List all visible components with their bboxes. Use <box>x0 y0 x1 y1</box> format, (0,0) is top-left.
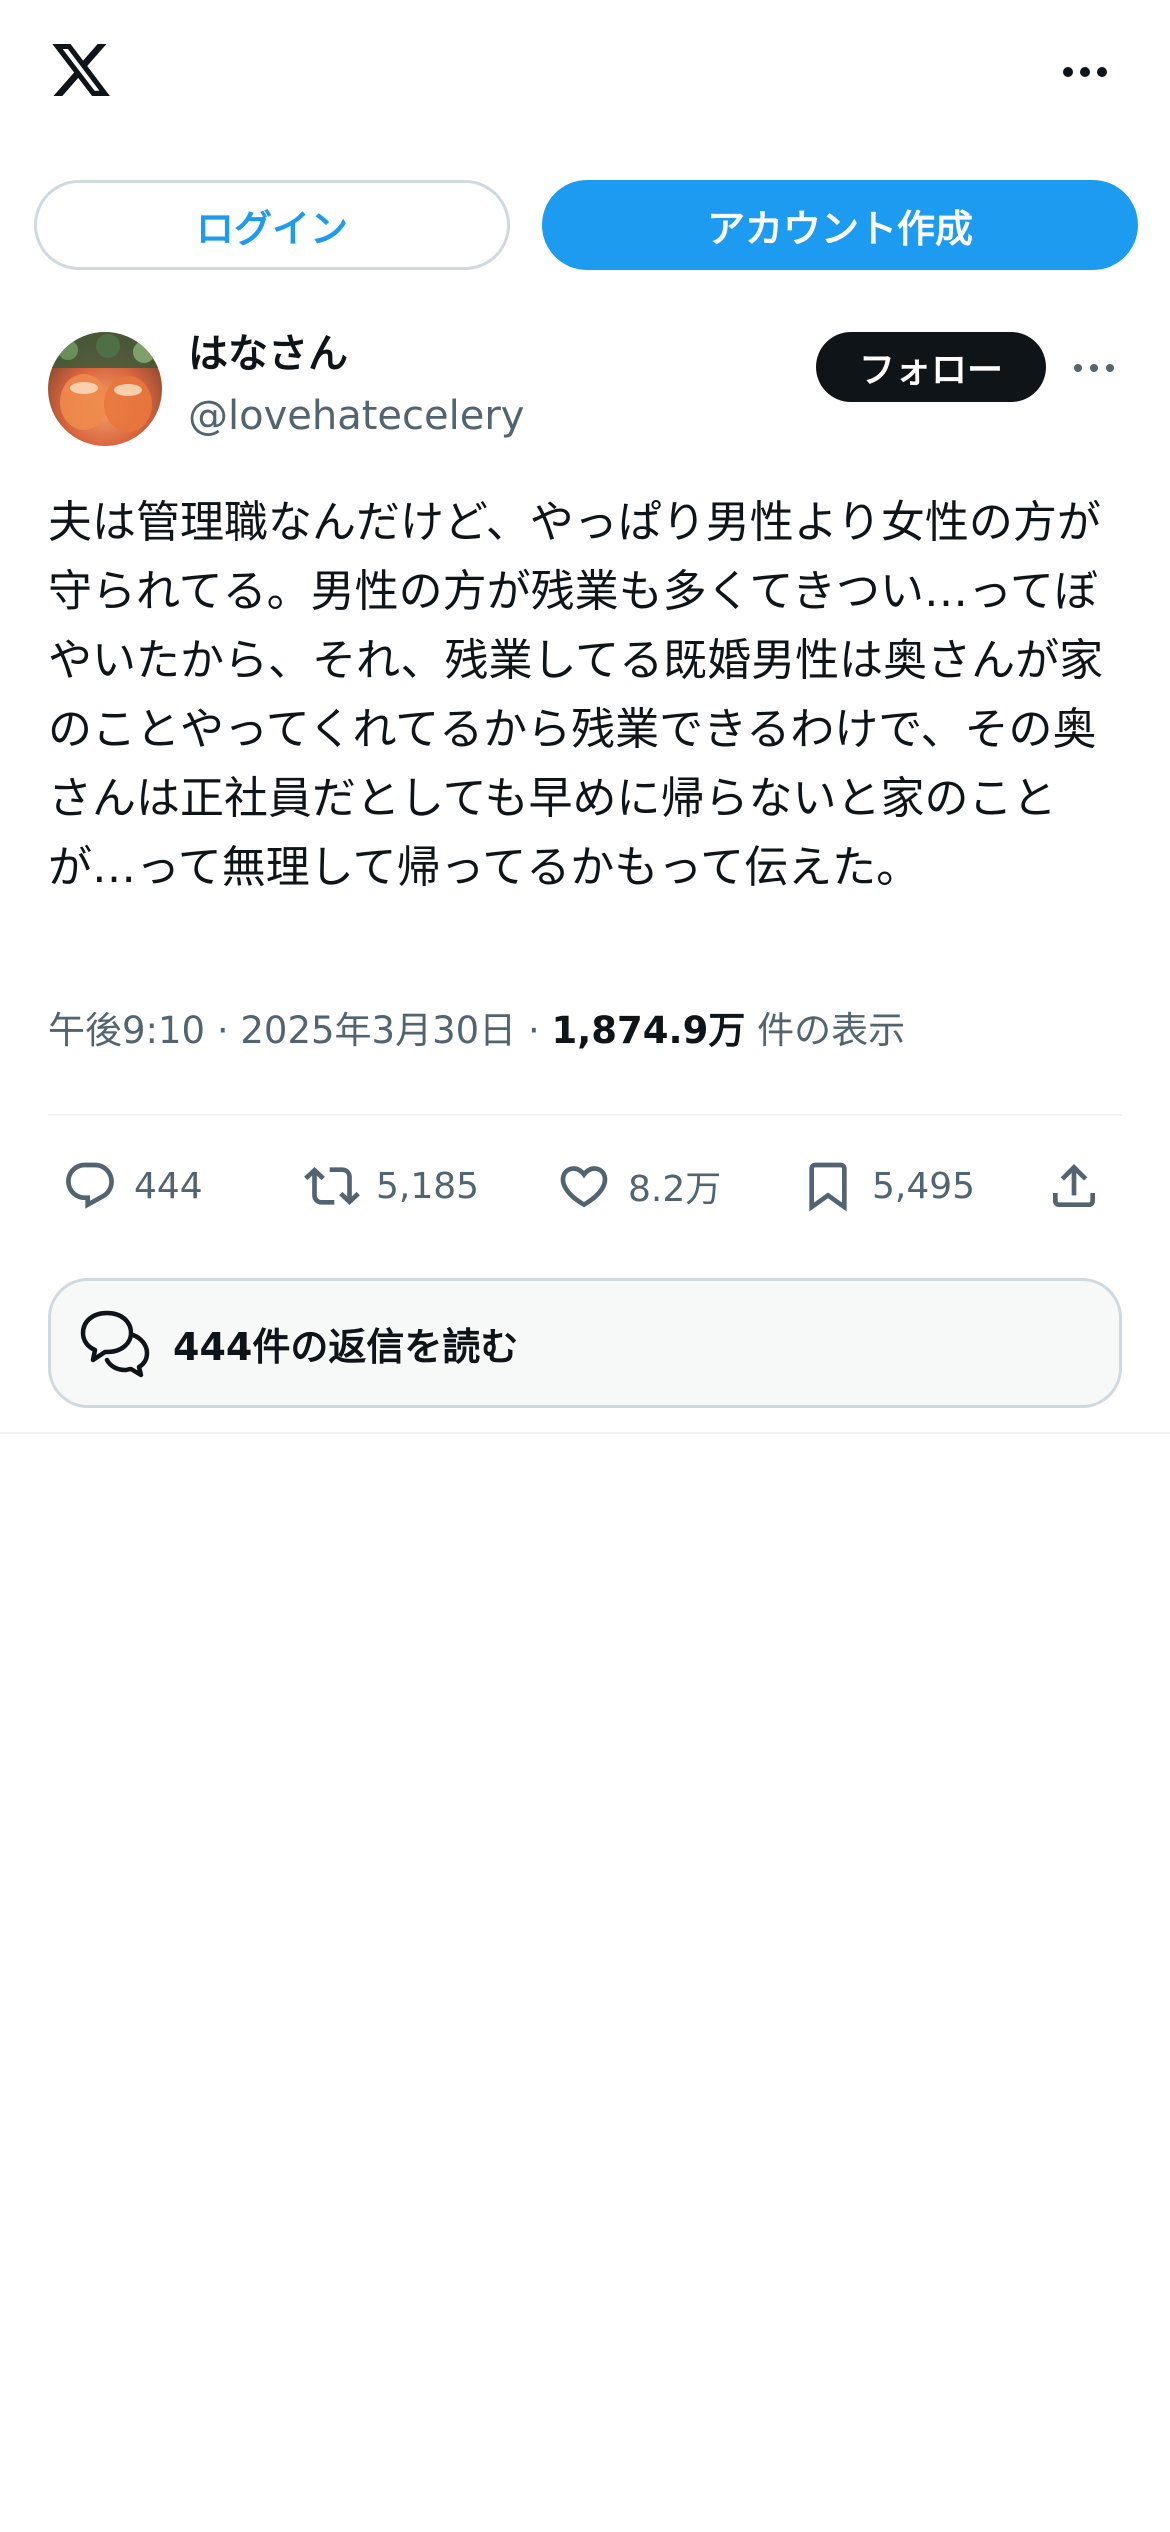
follow-button[interactable]: フォロー <box>816 332 1046 402</box>
post-meta: 午後9:10 · 2025年3月30日 · 1,874.9万 件の表示 <box>48 1006 1128 1056</box>
share-button[interactable] <box>1046 1154 1102 1218</box>
read-replies-button[interactable]: 444件の返信を読む <box>48 1278 1122 1408</box>
conversation-icon <box>80 1310 150 1378</box>
bookmark-button[interactable]: 5,495 <box>800 1154 975 1218</box>
like-button[interactable]: 8.2万 <box>556 1154 721 1218</box>
more-horizontal-icon[interactable] <box>1064 348 1124 388</box>
login-button[interactable]: ログイン <box>34 180 510 270</box>
share-icon <box>1053 1164 1095 1207</box>
x-logo-icon[interactable] <box>46 38 116 102</box>
views-label: 件の表示 <box>757 1009 906 1052</box>
meta-separator: · <box>216 1009 229 1052</box>
post-time[interactable]: 午後9:10 <box>48 1009 205 1052</box>
like-count: 8.2万 <box>628 1169 722 1210</box>
display-name[interactable]: はなさん <box>188 328 348 380</box>
post-date[interactable]: 2025年3月30日 <box>240 1009 516 1052</box>
read-replies-label: 444件の返信を読む <box>173 1324 519 1369</box>
meta-separator: · <box>527 1009 540 1052</box>
reply-count: 444 <box>134 1165 203 1207</box>
views-count: 1,874.9万 <box>551 1009 746 1052</box>
bookmark-icon <box>809 1162 847 1212</box>
top-bar <box>0 0 1170 150</box>
post-page: ログイン アカウント作成 はなさん @lovehatecelery フォロー 夫… <box>0 0 1170 2532</box>
divider <box>0 1432 1170 1434</box>
avatar[interactable] <box>48 332 162 446</box>
bookmark-count: 5,495 <box>872 1165 976 1207</box>
retweet-icon <box>304 1167 360 1205</box>
retweet-button[interactable]: 5,185 <box>304 1154 479 1218</box>
user-handle[interactable]: @lovehatecelery <box>188 390 524 442</box>
divider <box>48 1114 1122 1116</box>
retweet-count: 5,185 <box>376 1165 480 1207</box>
more-horizontal-icon[interactable] <box>1050 52 1120 92</box>
heart-icon <box>560 1166 608 1208</box>
reply-icon <box>66 1162 114 1209</box>
reply-button[interactable]: 444 <box>62 1154 203 1218</box>
create-account-button[interactable]: アカウント作成 <box>542 180 1138 270</box>
post-text: 夫は管理職なんだけど、やっぱり男性より女性の方が守られてる。男性の方が残業も多く… <box>48 497 1104 893</box>
